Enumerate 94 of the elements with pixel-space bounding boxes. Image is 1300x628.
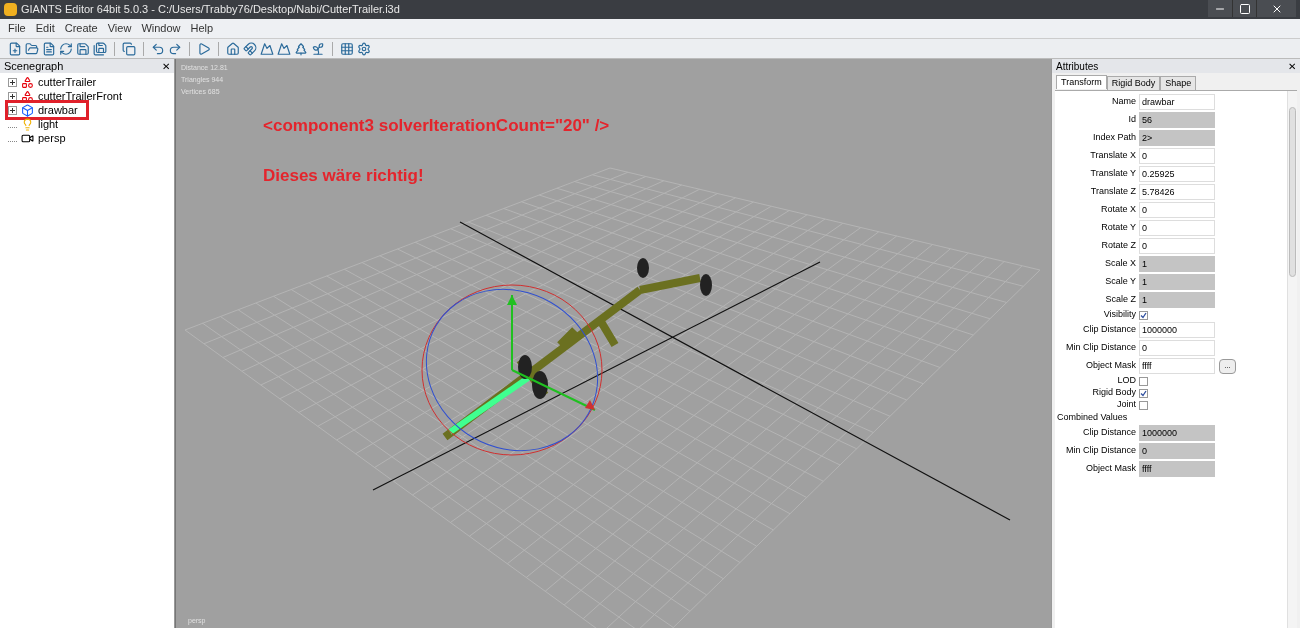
menu-item[interactable]: Create [64,20,98,37]
checkbox[interactable] [1139,400,1148,410]
plant-icon[interactable] [311,41,325,56]
tree-item[interactable]: cutterTrailerFront [8,89,130,103]
close-button[interactable]: ✕ [162,58,170,74]
input-field[interactable]: 0 [1139,238,1215,254]
minimize-button[interactable] [1208,0,1232,17]
field-label: Translate Y [1089,167,1137,181]
redo-icon[interactable] [168,41,182,56]
field-label: Rigid Body [1091,386,1137,400]
menu-item[interactable]: Window [141,20,181,37]
close-button[interactable]: ✕ [1288,58,1296,74]
scrollbar[interactable] [1287,91,1297,628]
tab[interactable]: Shape [1160,76,1197,90]
app-logo-icon [4,3,17,16]
browse-button[interactable]: ... [1219,358,1236,374]
input-field[interactable]: drawbar [1139,94,1215,110]
home-icon[interactable] [226,41,240,56]
tree-item-label: light [38,116,59,132]
tab[interactable]: Rigid Body [1106,76,1161,90]
field-label: LOD [1116,374,1137,388]
field-label: Clip Distance [1081,323,1137,337]
window-title: GIANTS Editor 64bit 5.0.3 - C:/Users/Trabby76/Desktop/Nabi/CutterTrailer.i3d [21,2,400,18]
magnet-icon[interactable] [243,41,257,56]
panel-title: Attributes [1056,59,1099,74]
tree-item[interactable]: persp [8,131,74,145]
tree-item-label: persp [38,130,66,146]
input-field[interactable]: 0 [1139,202,1215,218]
terrain-icon[interactable] [260,41,274,56]
save-icon[interactable] [76,41,90,56]
panel-title: Scenegraph [4,58,64,74]
menu-item[interactable]: File [8,20,26,37]
annotation-text: Dieses wäre richtig! [263,164,425,187]
field-label: Translate Z [1089,185,1137,199]
field-label: Rotate X [1099,203,1137,217]
input-field[interactable]: 0 [1139,220,1215,236]
field-label: Min Clip Distance [1064,341,1137,355]
field-label: Scale Z [1104,293,1137,307]
section-heading: Combined Values [1056,411,1129,424]
checkbox[interactable] [1139,376,1148,386]
field-label: Name [1111,95,1137,109]
document-icon[interactable] [42,41,56,56]
input-field[interactable]: 0 [1139,148,1215,164]
field-label: Clip Distance [1081,426,1137,440]
field-label: Min Clip Distance [1064,444,1137,458]
refresh-icon[interactable] [59,41,73,56]
new-file-icon[interactable] [8,41,22,56]
input-field[interactable]: 1000000 [1139,322,1215,338]
settings-icon[interactable] [357,41,371,56]
menu-item[interactable]: Help [190,20,214,37]
expand-icon[interactable] [8,105,17,115]
field-label: Rotate Y [1100,221,1137,235]
field-label: Visibility [1102,308,1137,322]
save-all-icon[interactable] [93,41,107,56]
undo-icon[interactable] [151,41,165,56]
input-field[interactable]: ffff [1139,358,1215,374]
tree-item-label: cutterTrailer [38,74,97,90]
folder-icon[interactable] [25,41,39,56]
cube-icon [21,103,34,117]
field-label: Scale Y [1104,275,1137,289]
input-field[interactable]: 0.25925 [1139,166,1215,182]
tab[interactable]: Transform [1056,75,1107,89]
field-label: Scale X [1103,257,1137,271]
menu-item[interactable]: Edit [35,20,55,37]
input-field[interactable]: 5.78426 [1139,184,1215,200]
copy-icon[interactable] [122,41,136,56]
field-label: Id [1127,113,1137,127]
play-icon[interactable] [197,41,211,56]
tree-icon[interactable] [294,41,308,56]
field-label: Object Mask [1085,462,1137,476]
tree-item-label: cutterTrailerFront [38,88,122,104]
grid-icon[interactable] [340,41,354,56]
tree-item[interactable]: cutterTrailer [8,75,105,89]
input-field[interactable]: 0 [1139,340,1215,356]
field-label: Object Mask [1085,359,1137,373]
field-label: Translate X [1089,149,1137,163]
expand-icon[interactable] [8,91,17,101]
shapes-icon [21,89,34,103]
shapes-icon [21,75,34,89]
menu-item[interactable]: View [107,20,132,37]
lightbulb-icon [21,117,34,131]
terrain-icon[interactable] [277,41,291,56]
maximize-icon [1238,2,1251,15]
annotation-text: <component3 solverIterationCount="20" /> [263,115,610,137]
expand-icon[interactable] [8,77,17,87]
tree-item-label: drawbar [38,102,78,118]
checkbox[interactable] [1139,388,1148,398]
checkbox[interactable] [1139,310,1148,320]
field-label: Index Path [1091,131,1137,145]
field-label: Joint [1116,398,1137,412]
tree-item[interactable]: light [8,117,67,131]
field-label: Rotate Z [1100,239,1137,253]
tree-item[interactable]: drawbar [8,103,86,117]
maximize-button[interactable] [1232,0,1256,17]
